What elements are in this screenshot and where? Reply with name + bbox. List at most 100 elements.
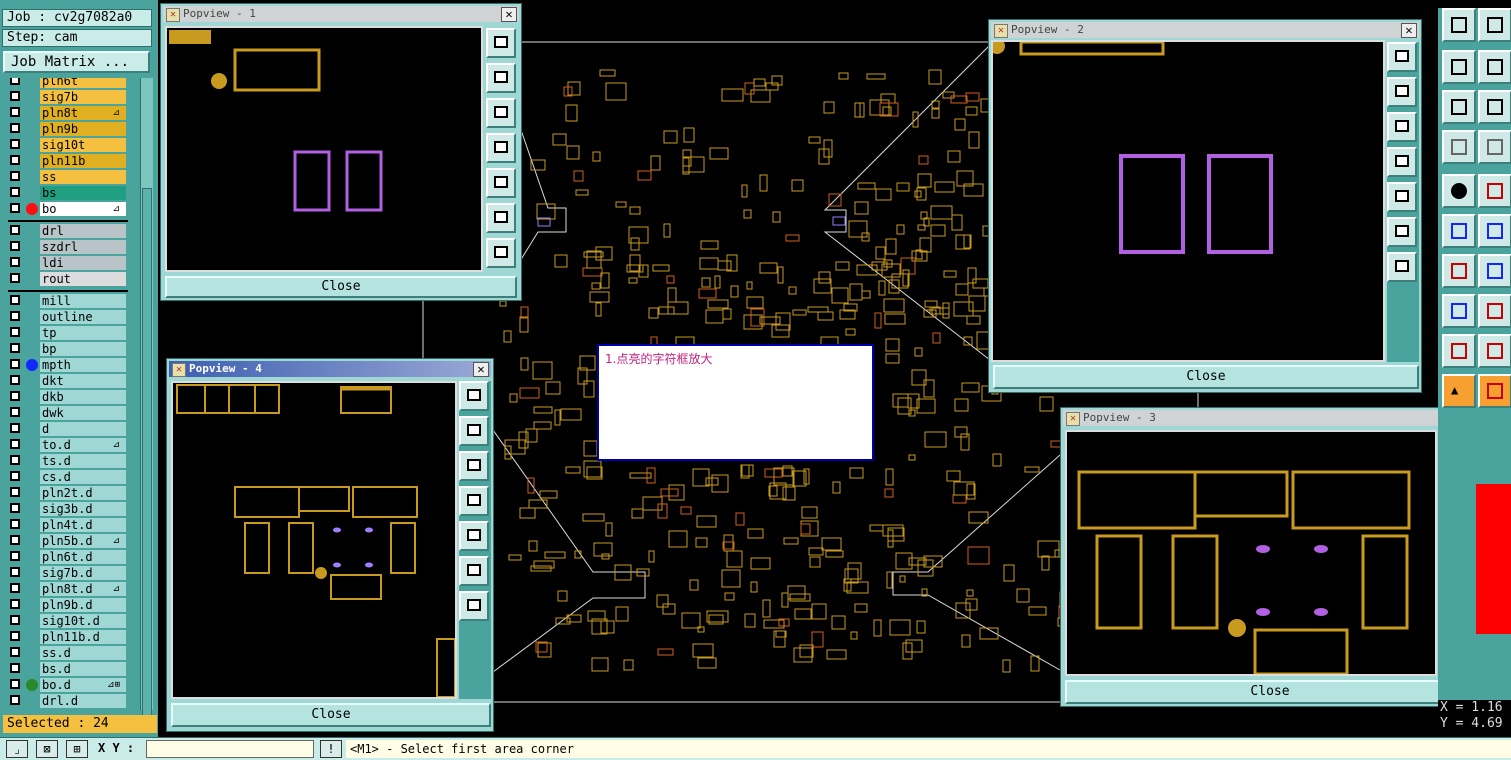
popview-2-close-button[interactable]: Close xyxy=(993,365,1419,389)
pan-up-button[interactable] xyxy=(1387,77,1417,107)
pan-up-button[interactable] xyxy=(459,416,489,446)
layer-checkbox[interactable] xyxy=(10,583,20,593)
layer-row-sig3b-d[interactable]: sig3b.d xyxy=(4,502,128,516)
layer-name[interactable]: pln8t.d ⊿ xyxy=(40,582,126,596)
grid-icon[interactable] xyxy=(1478,130,1511,164)
layer-checkbox[interactable] xyxy=(10,535,20,545)
layer-checkbox[interactable] xyxy=(10,203,20,213)
line-icon[interactable] xyxy=(1478,174,1511,208)
layer-row-drl[interactable]: drl xyxy=(4,224,128,238)
layer-row-sig10t[interactable]: sig10t xyxy=(4,138,128,152)
popview-1-titlebar[interactable]: ✕ Popview - 1 ✕ xyxy=(163,6,519,22)
layer-checkbox[interactable] xyxy=(10,107,20,117)
layer-row-mill[interactable]: mill xyxy=(4,294,128,308)
layer-checkbox[interactable] xyxy=(10,551,20,561)
close-icon[interactable]: ✕ xyxy=(473,362,489,377)
close-icon[interactable]: ✕ xyxy=(501,7,517,22)
triangle-icon[interactable] xyxy=(1442,334,1476,368)
zoom-out-button[interactable] xyxy=(459,591,489,621)
layer-row-tp[interactable]: tp xyxy=(4,326,128,340)
layer-row-bo-d[interactable]: bo.d ⊿⊞ xyxy=(4,678,128,692)
layer-name[interactable]: sig7b.d xyxy=(40,566,126,580)
zoom-out-icon[interactable] xyxy=(1478,90,1511,124)
layer-scrollbar[interactable] xyxy=(140,78,153,728)
layer-checkbox[interactable] xyxy=(10,647,20,657)
layer-row-bo[interactable]: bo ⊿ xyxy=(4,202,128,216)
layer-checkbox[interactable] xyxy=(10,663,20,673)
layer-row-ts-d[interactable]: ts.d xyxy=(4,454,128,468)
layer-checkbox[interactable] xyxy=(10,423,20,433)
layer-name[interactable]: ss.d xyxy=(40,646,126,660)
layer-name[interactable]: sig10t xyxy=(40,138,126,152)
layer-checkbox[interactable] xyxy=(10,375,20,385)
layer-name[interactable]: pln5b.d ⊿ xyxy=(40,534,126,548)
layer-name[interactable]: ts.d xyxy=(40,454,126,468)
alert-icon[interactable]: ! xyxy=(320,740,342,758)
layer-checkbox[interactable] xyxy=(10,695,20,705)
layer-checkbox[interactable] xyxy=(10,327,20,337)
layer-name[interactable]: rout xyxy=(40,272,126,286)
layer-name[interactable]: pln9b.d xyxy=(40,598,126,612)
layer-row-dkt[interactable]: dkt xyxy=(4,374,128,388)
connect-icon[interactable] xyxy=(1442,214,1476,248)
layer-name[interactable]: mill xyxy=(40,294,126,308)
layer-name[interactable]: bp xyxy=(40,342,126,356)
pan-down-button[interactable] xyxy=(1387,112,1417,142)
zoom-in-icon[interactable] xyxy=(1442,90,1476,124)
layer-row-bs[interactable]: bs xyxy=(4,186,128,200)
layer-name[interactable]: pln6t.d xyxy=(40,550,126,564)
zoom-in-button[interactable] xyxy=(486,203,516,233)
layer-row-dwk[interactable]: dwk xyxy=(4,406,128,420)
layer-row-pln11b-d[interactable]: pln11b.d xyxy=(4,630,128,644)
popview-3-close-button[interactable]: Close xyxy=(1065,680,1475,704)
minus-icon[interactable] xyxy=(1478,294,1511,328)
snap-icon[interactable]: ⊞ xyxy=(66,740,88,758)
layer-name[interactable]: pln9b xyxy=(40,122,126,136)
layer-checkbox[interactable] xyxy=(10,359,20,369)
layer-name[interactable]: bo.d ⊿⊞ xyxy=(40,678,126,692)
popview-4-titlebar[interactable]: ✕ Popview - 4 ✕ xyxy=(169,361,491,377)
layer-checkbox[interactable] xyxy=(10,471,20,481)
popview-4-view[interactable] xyxy=(171,381,457,699)
angle-icon[interactable] xyxy=(1442,254,1476,288)
layer-row-pln11b[interactable]: pln11b xyxy=(4,154,128,168)
layer-checkbox[interactable] xyxy=(10,311,20,321)
zoom-out-button[interactable] xyxy=(1387,252,1417,282)
layer-row-pln8t[interactable]: pln8t ⊿ xyxy=(4,106,128,120)
layer-name[interactable]: dkt xyxy=(40,374,126,388)
scrollbar-thumb[interactable] xyxy=(142,188,152,728)
pan-left-icon[interactable] xyxy=(1442,50,1476,84)
pan-left-button[interactable] xyxy=(1387,147,1417,177)
layer-checkbox[interactable] xyxy=(10,91,20,101)
layer-row-ss-d[interactable]: ss.d xyxy=(4,646,128,660)
layer-row-mpth[interactable]: mpth xyxy=(4,358,128,372)
layer-name[interactable]: drl xyxy=(40,224,126,238)
pan-down-icon[interactable] xyxy=(1478,8,1511,42)
layer-name[interactable]: pln2t.d xyxy=(40,486,126,500)
cross-icon[interactable] xyxy=(1478,214,1511,248)
popview-1-close-button[interactable]: Close xyxy=(165,276,517,298)
layer-row-to-d[interactable]: to.d ⊿ xyxy=(4,438,128,452)
pan-up-button[interactable] xyxy=(486,63,516,93)
layer-row-pln8t-d[interactable]: pln8t.d ⊿ xyxy=(4,582,128,596)
layer-row-sig7b-d[interactable]: sig7b.d xyxy=(4,566,128,580)
layer-name[interactable]: sig3b.d xyxy=(40,502,126,516)
pan-right-button[interactable] xyxy=(1387,182,1417,212)
popview-4-close-button[interactable]: Close xyxy=(171,703,491,727)
layer-name[interactable]: outline xyxy=(40,310,126,324)
layer-row-pln5b-d[interactable]: pln5b.d ⊿ xyxy=(4,534,128,548)
zoom-out-button[interactable] xyxy=(486,238,516,268)
zoom-in-button[interactable] xyxy=(1387,217,1417,247)
layer-checkbox[interactable] xyxy=(10,391,20,401)
pan-left-button[interactable] xyxy=(459,486,489,516)
layer-name[interactable]: pln8t ⊿ xyxy=(40,106,126,120)
layer-checkbox[interactable] xyxy=(10,439,20,449)
layer-name[interactable]: dwk xyxy=(40,406,126,420)
layer-checkbox[interactable] xyxy=(10,257,20,267)
pick-mode-icon[interactable]: ⊠ xyxy=(36,740,58,758)
layer-name[interactable]: drl.d xyxy=(40,694,126,708)
layer-checkbox[interactable] xyxy=(10,78,20,85)
popview-3-titlebar[interactable]: ✕ Popview - 3 ✕ xyxy=(1063,410,1475,426)
job-matrix-button[interactable]: Job Matrix ... xyxy=(3,51,150,73)
popview-3-view[interactable] xyxy=(1065,430,1437,676)
